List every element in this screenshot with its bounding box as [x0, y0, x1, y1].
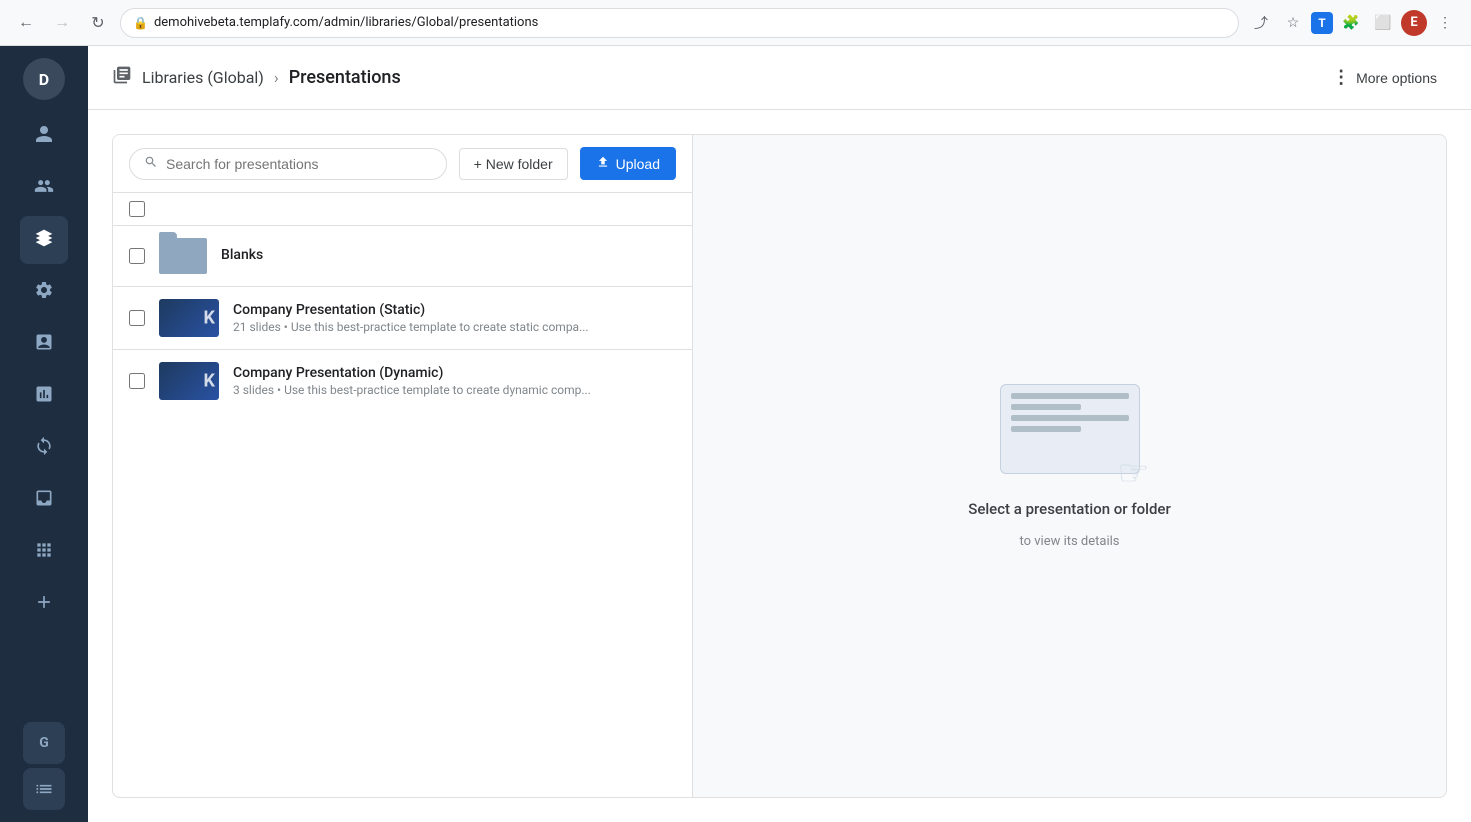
detail-title: Select a presentation or folder: [968, 500, 1171, 518]
presentation-thumbnail-static: K: [159, 299, 219, 337]
reload-button[interactable]: ↻: [84, 9, 112, 37]
sidebar-bottom: G: [23, 722, 65, 810]
sidebar-item-sync[interactable]: [20, 424, 68, 472]
sidebar-list-icon[interactable]: [23, 768, 65, 810]
top-bar: Libraries (Global) › Presentations ⋮ Mor…: [88, 46, 1471, 110]
profile-avatar[interactable]: E: [1401, 10, 1427, 36]
more-options-dots-icon: ⋮: [1332, 67, 1350, 88]
item-checkbox-dynamic[interactable]: [129, 373, 145, 389]
share-button[interactable]: ⤴: [1247, 9, 1275, 37]
sync-icon: [34, 436, 54, 461]
inbox-icon: [34, 488, 54, 513]
detail-card-lines: [1001, 385, 1139, 445]
add-icon: [34, 592, 54, 617]
detail-card-line: [1011, 415, 1129, 421]
item-name-dynamic: Company Presentation (Dynamic): [233, 365, 676, 381]
upload-button[interactable]: Upload: [580, 147, 676, 180]
sidebar-user-avatar[interactable]: D: [23, 58, 65, 100]
list-item[interactable]: Blanks: [113, 226, 692, 287]
list-panel: + New folder Upload: [113, 135, 693, 797]
settings-icon: [34, 280, 54, 305]
detail-panel: ☞ Select a presentation or folder to vie…: [693, 135, 1446, 797]
window-button[interactable]: ⬜: [1369, 9, 1397, 37]
back-button[interactable]: ←: [12, 9, 40, 37]
thumb-letter: K: [204, 308, 215, 329]
url-text: demohivebeta.templafy.com/admin/librarie…: [154, 15, 538, 30]
app-layout: D: [0, 46, 1471, 822]
detail-card-line: [1011, 404, 1082, 410]
thumb-letter: K: [204, 371, 215, 392]
reports-icon: [34, 332, 54, 357]
sidebar-item-add[interactable]: [20, 580, 68, 628]
more-options-label: More options: [1356, 70, 1437, 86]
list-item[interactable]: K Company Presentation (Dynamic) 3 slide…: [113, 350, 692, 412]
detail-placeholder: ☞ Select a presentation or folder to vie…: [968, 384, 1171, 549]
sidebar-item-inbox[interactable]: [20, 476, 68, 524]
search-box[interactable]: [129, 148, 447, 180]
item-checkbox-static[interactable]: [129, 310, 145, 326]
sidebar-g-badge[interactable]: G: [23, 722, 65, 764]
apps-icon: [34, 540, 54, 565]
content-area: + New folder Upload: [88, 110, 1471, 822]
sidebar-item-analytics[interactable]: [20, 372, 68, 420]
team-icon: [34, 176, 54, 201]
more-options-button[interactable]: ⋮ More options: [1322, 61, 1447, 94]
library-icon: [112, 65, 132, 90]
main-content: Libraries (Global) › Presentations ⋮ Mor…: [88, 46, 1471, 822]
breadcrumb-current-page: Presentations: [289, 67, 401, 88]
search-icon: [144, 155, 158, 173]
item-meta-dynamic: 3 slides • Use this best-practice templa…: [233, 383, 676, 397]
lock-icon: 🔒: [133, 16, 148, 30]
item-info-static: Company Presentation (Static) 21 slides …: [233, 302, 676, 334]
panel: + New folder Upload: [112, 134, 1447, 798]
extension-t[interactable]: T: [1311, 12, 1333, 34]
item-name-blanks: Blanks: [221, 247, 676, 263]
select-all-checkbox[interactable]: [129, 201, 145, 217]
list-header: [113, 193, 692, 226]
breadcrumb-libraries-link[interactable]: Libraries (Global): [142, 68, 264, 87]
detail-subtitle: to view its details: [1019, 534, 1119, 549]
detail-illustration: ☞: [990, 384, 1150, 484]
breadcrumb-separator: ›: [274, 68, 279, 87]
browser-chrome: ← → ↻ 🔒 demohivebeta.templafy.com/admin/…: [0, 0, 1471, 46]
folder-icon: [159, 238, 207, 274]
new-folder-label: + New folder: [474, 156, 553, 172]
upload-label: Upload: [616, 156, 660, 172]
address-bar[interactable]: 🔒 demohivebeta.templafy.com/admin/librar…: [120, 8, 1239, 38]
list-toolbar: + New folder Upload: [113, 135, 692, 193]
breadcrumb: Libraries (Global) › Presentations: [112, 65, 1322, 90]
layers-icon: [34, 228, 54, 253]
hand-pointer-icon: ☞: [1117, 452, 1149, 494]
item-checkbox-blanks[interactable]: [129, 248, 145, 264]
item-meta-static: 21 slides • Use this best-practice templ…: [233, 320, 676, 334]
item-name-static: Company Presentation (Static): [233, 302, 676, 318]
sidebar-item-settings[interactable]: [20, 268, 68, 316]
item-info-dynamic: Company Presentation (Dynamic) 3 slides …: [233, 365, 676, 397]
sidebar-item-user[interactable]: [20, 112, 68, 160]
sidebar-item-libraries[interactable]: [20, 216, 68, 264]
user-icon: [34, 124, 54, 149]
detail-card-line: [1011, 393, 1129, 399]
puzzle-button[interactable]: 🧩: [1337, 9, 1365, 37]
new-folder-button[interactable]: + New folder: [459, 148, 568, 180]
sidebar-item-reports[interactable]: [20, 320, 68, 368]
upload-icon: [596, 155, 610, 172]
forward-button[interactable]: →: [48, 9, 76, 37]
menu-button[interactable]: ⋮: [1431, 9, 1459, 37]
browser-actions: ⤴ ☆ T 🧩 ⬜ E ⋮: [1247, 9, 1459, 37]
detail-card-line: [1011, 426, 1082, 432]
analytics-icon: [34, 384, 54, 409]
sidebar: D: [0, 46, 88, 822]
presentation-thumbnail-dynamic: K: [159, 362, 219, 400]
list-item[interactable]: K Company Presentation (Static) 21 slide…: [113, 287, 692, 350]
item-info-blanks: Blanks: [221, 247, 676, 265]
sidebar-item-apps[interactable]: [20, 528, 68, 576]
sidebar-item-team[interactable]: [20, 164, 68, 212]
search-input[interactable]: [166, 156, 432, 172]
bookmark-button[interactable]: ☆: [1279, 9, 1307, 37]
